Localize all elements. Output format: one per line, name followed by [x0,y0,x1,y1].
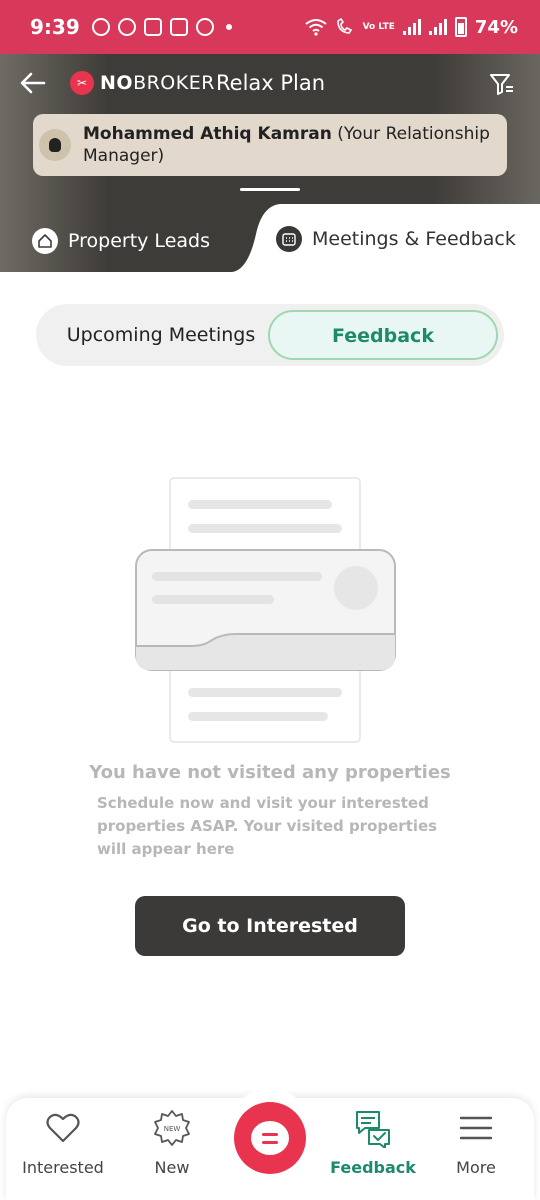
nav-item-interested[interactable]: Interested [13,1108,113,1177]
nav-item-feedback-label: Feedback [330,1158,416,1177]
instagram-icon [169,18,188,36]
nav-item-interested-label: Interested [22,1158,104,1177]
battery-icon [454,17,467,37]
feedback-icon [356,1111,390,1149]
system-icons: Vo LTE 74% [304,16,518,38]
back-arrow-icon [20,72,46,94]
nav-item-new[interactable]: NEW New [122,1108,222,1177]
signal-icon-2 [428,19,447,35]
headset-icon [39,129,71,161]
status-bar: 9:39 Vo LTE 74% [0,0,540,54]
back-button[interactable] [18,68,48,98]
volte-indicator: Vo LTE [362,21,395,32]
whatsapp-icon [91,18,110,36]
brand-name: NOBROKER [100,72,215,94]
empty-state-title: You have not visited any properties [89,762,451,783]
go-to-interested-button[interactable]: Go to Interested [135,896,405,956]
nobroker-logo-icon: ✂ [70,71,94,95]
brand-prefix: NO [100,72,134,94]
notification-icons [91,18,232,36]
relationship-manager-card[interactable]: Mohammed Athiq Kamran (Your Relationship… [33,114,507,176]
home-icon [32,228,58,254]
calendar-icon [276,226,302,252]
drag-handle[interactable] [240,188,300,191]
plan-title: Relax Plan [216,71,326,95]
relationship-manager-name: Mohammed Athiq Kamran [83,124,332,144]
wifi-icon [304,19,327,36]
filter-icon [490,74,513,95]
tab-property-leads[interactable]: Property Leads [32,228,210,254]
heart-icon [46,1113,80,1143]
empty-state-description: Schedule now and visit your interested p… [97,794,438,858]
brand-suffix: BROKER [133,72,215,94]
tab-meetings-feedback[interactable]: Meetings & Feedback [276,226,516,252]
segment-upcoming-meetings[interactable]: Upcoming Meetings [56,304,266,366]
brand-logo: ✂ NOBROKER [70,71,215,95]
battery-percent: 74% [474,16,518,38]
new-badge-icon: NEW [154,1110,190,1146]
filter-button[interactable] [488,70,516,98]
status-time: 9:39 [30,15,80,39]
chat-fab-button[interactable] [234,1102,306,1174]
nav-item-new-label: New [154,1158,190,1177]
signal-icon-1 [402,19,421,35]
relationship-manager-text: Mohammed Athiq Kamran (Your Relationship… [83,123,495,167]
tab-property-leads-label: Property Leads [68,230,210,252]
menu-icon [459,1116,493,1140]
chat-bubble-icon [195,18,214,36]
chat-fab-icon [251,1121,289,1155]
message-icon [143,18,162,36]
nav-item-more-label: More [456,1158,496,1177]
app-notification-icon [117,18,136,36]
segment-feedback[interactable]: Feedback [268,310,498,360]
meetings-segment-control: Upcoming Meetings Feedback [36,304,504,366]
nav-item-more[interactable]: More [426,1108,526,1177]
empty-state-illustration [135,477,396,743]
tab-meetings-feedback-label: Meetings & Feedback [312,228,516,250]
wifi-call-icon [336,18,352,34]
tab-slant-decoration [232,204,280,272]
nav-item-feedback[interactable]: Feedback [323,1108,423,1177]
more-notifications-dot [225,24,232,30]
new-badge-text: NEW [164,1125,181,1133]
